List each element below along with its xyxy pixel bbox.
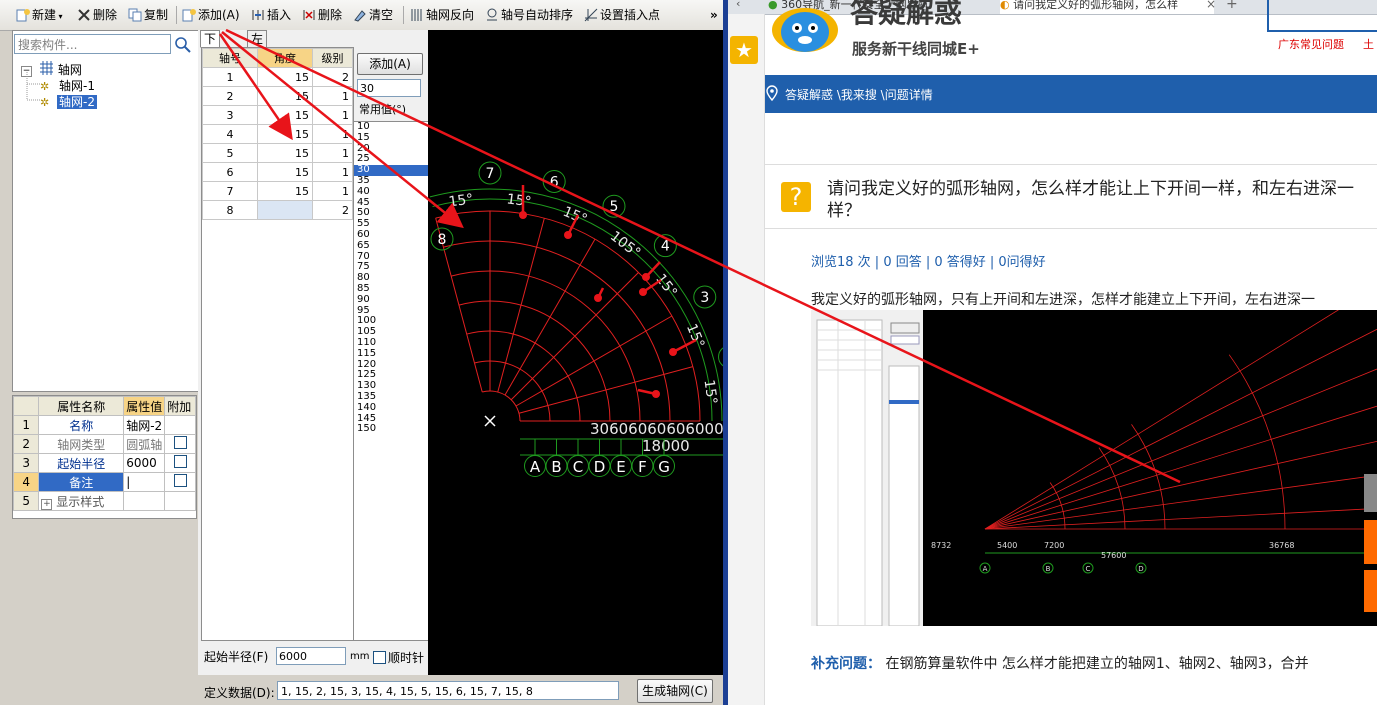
annotation-overlay bbox=[218, 28, 1181, 484]
annotation-arrow bbox=[221, 31, 464, 229]
annotation-arrow bbox=[218, 33, 293, 141]
annotation-arrow bbox=[225, 28, 1181, 484]
